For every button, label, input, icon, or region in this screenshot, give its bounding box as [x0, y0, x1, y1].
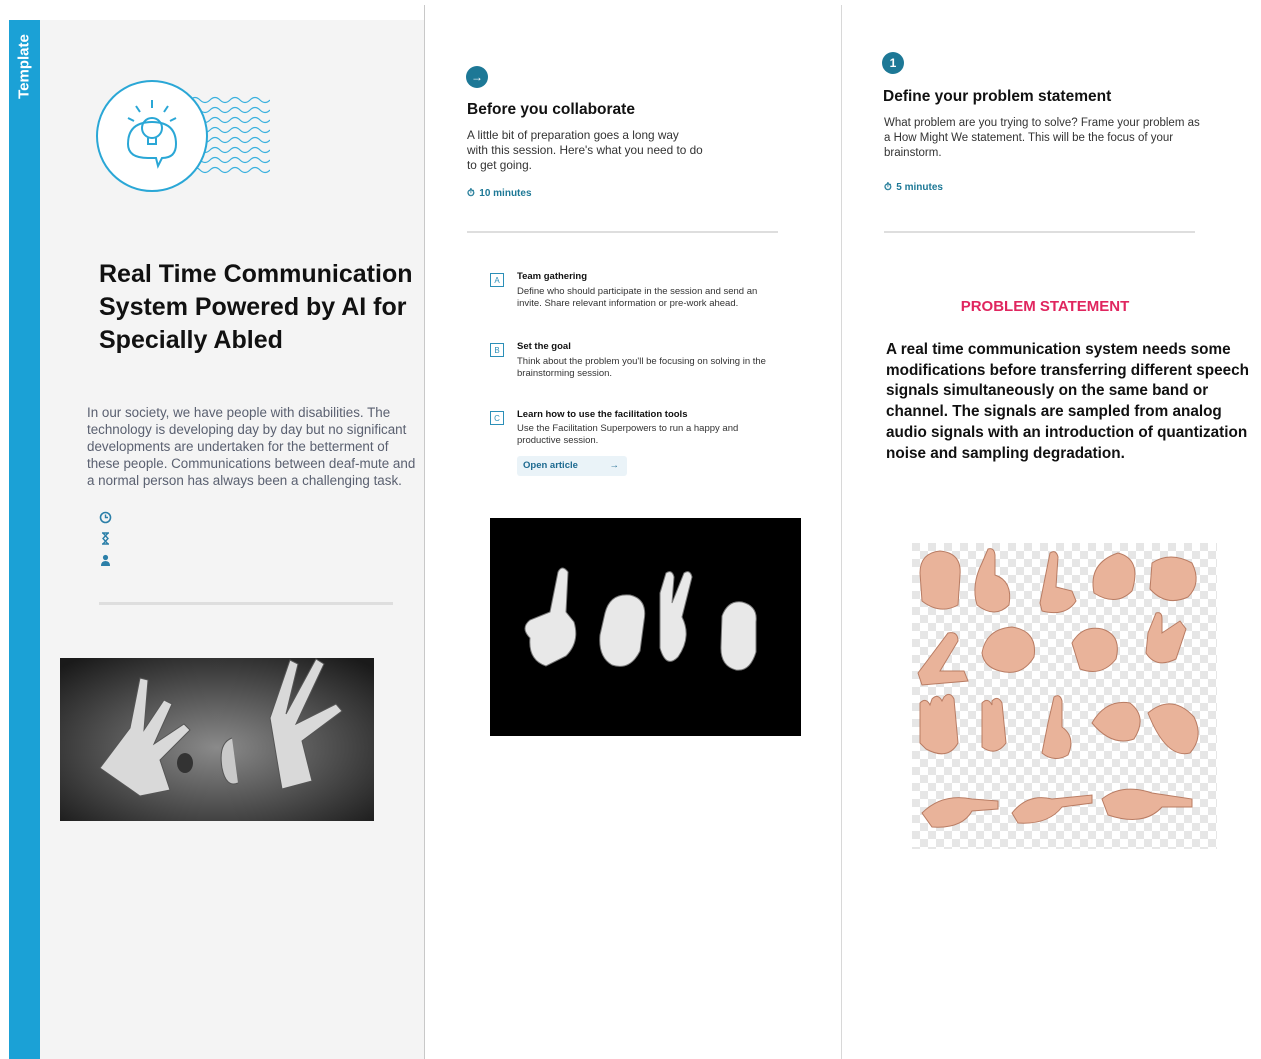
- prep-time-label: 10 minutes: [479, 188, 532, 199]
- column-divider: [841, 5, 842, 1059]
- problem-heading: Define your problem statement: [883, 88, 1112, 105]
- clock-icon: [99, 511, 113, 525]
- problem-intro: What problem are you trying to solve? Fr…: [884, 117, 1200, 159]
- step-b-badge: B: [490, 343, 504, 357]
- step-b-desc: Think about the problem you'll be focusi…: [517, 356, 766, 379]
- timer-icon: ⏱: [467, 188, 475, 199]
- prep-intro: A little bit of preparation goes a long …: [467, 128, 703, 172]
- problem-divider: [884, 231, 1195, 233]
- open-article-button[interactable]: Open article →: [517, 456, 627, 476]
- problem-time: ⏱ 5 minutes: [884, 177, 943, 195]
- open-article-label: Open article: [523, 460, 578, 471]
- template-side-tab[interactable]: [9, 20, 40, 1059]
- step-b-title: Set the goal: [517, 341, 571, 352]
- person-icon: [99, 554, 113, 568]
- left-divider: [99, 602, 393, 605]
- template-tab-label: Template: [15, 34, 33, 99]
- problem-statement-label: PROBLEM STATEMENT: [960, 298, 1130, 315]
- step-c-title: Learn how to use the facilitation tools: [517, 409, 688, 420]
- problem-statement-text: A real time communication system needs s…: [886, 341, 1249, 462]
- step-c-desc: Use the Facilitation Superpowers to run …: [517, 423, 739, 446]
- prep-divider: [467, 231, 778, 233]
- step-number-badge: 1: [882, 52, 904, 74]
- sign-language-photo: [490, 518, 801, 736]
- communication-hands-photo: [60, 658, 374, 821]
- timer-icon: ⏱: [884, 182, 892, 193]
- step-a-title: Team gathering: [517, 271, 588, 282]
- problem-time-label: 5 minutes: [896, 182, 943, 193]
- hourglass-icon: [99, 532, 113, 546]
- prep-heading: Before you collaborate: [467, 101, 635, 118]
- arrow-right-icon: →: [609, 460, 620, 471]
- step-a-desc: Define who should participate in the ses…: [517, 286, 758, 309]
- step-a-badge: A: [490, 273, 504, 287]
- project-description: In our society, we have people with disa…: [87, 405, 416, 488]
- page-title: Real Time Communication System Powered b…: [99, 260, 413, 354]
- arrow-right-icon: →: [466, 66, 488, 88]
- idea-bulb-icon: [96, 80, 208, 192]
- step-c-badge: C: [490, 411, 504, 425]
- prep-time: ⏱ 10 minutes: [467, 183, 532, 201]
- hand-signs-grid-photo: [912, 543, 1217, 849]
- column-divider: [424, 5, 425, 1059]
